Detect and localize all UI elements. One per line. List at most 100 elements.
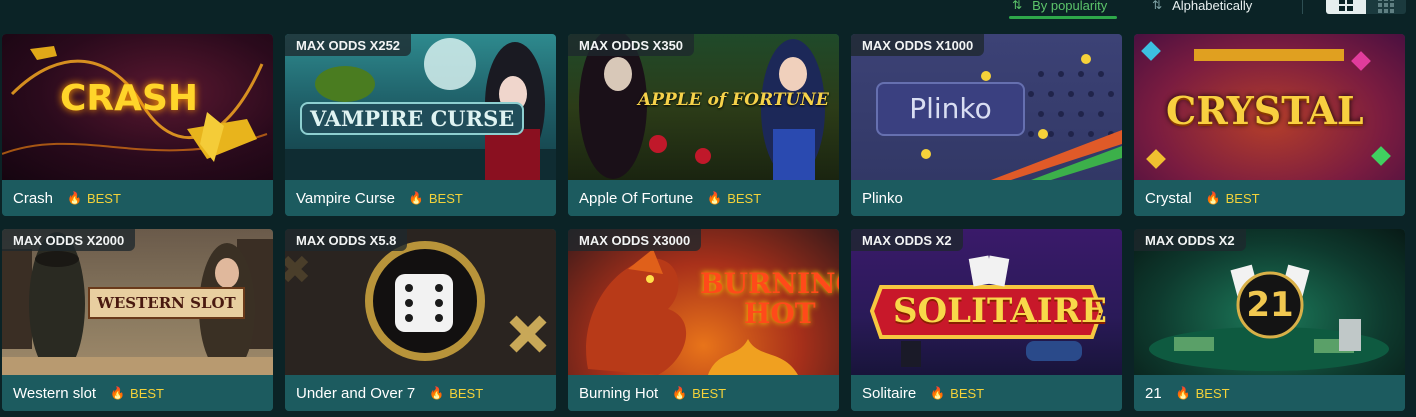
flame-icon: 🔥 [1175, 386, 1191, 400]
game-thumbnail: Plinko MAX ODDS X1000 [851, 34, 1122, 180]
game-card-crystal[interactable]: CRYSTAL Crystal 🔥 BEST [1134, 34, 1405, 216]
game-footer: Apple Of Fortune 🔥 BEST [568, 180, 839, 216]
flame-icon: 🔥 [930, 386, 946, 400]
crystal-logo: CRYSTAL [1166, 88, 1364, 133]
best-label: BEST [428, 190, 463, 206]
best-badge: 🔥 BEST [67, 191, 121, 206]
sort-icon: ⇅ [1152, 0, 1163, 12]
best-label: BEST [1195, 385, 1230, 401]
flame-icon: 🔥 [408, 191, 424, 205]
best-label: BEST [1225, 190, 1260, 206]
game-title: 21 [1145, 384, 1162, 402]
flame-icon: 🔥 [110, 386, 126, 400]
solitaire-logo: SOLITAIRE [893, 291, 1107, 331]
game-title: Crystal [1145, 189, 1192, 207]
vampire-curse-logo: VAMPIRE CURSE [300, 102, 525, 135]
crash-logo: CRASH [60, 78, 199, 119]
max-odds-badge: MAX ODDS X2 [851, 229, 963, 251]
game-footer: Vampire Curse 🔥 BEST [285, 180, 556, 216]
game-thumbnail: APPLE of FORTUNE MAX ODDS X350 [568, 34, 839, 180]
best-label: BEST [692, 385, 727, 401]
game-footer: Solitaire 🔥 BEST [851, 375, 1122, 411]
game-card-under-and-over-7[interactable]: MAX ODDS X5.8 Under and Over 7 🔥 BEST [285, 229, 556, 411]
game-title: Apple Of Fortune [579, 189, 694, 207]
game-card-western-slot[interactable]: WESTERN SLOT MAX ODDS X2000 Western slot… [2, 229, 273, 411]
apple-of-fortune-logo: APPLE of FORTUNE [638, 90, 829, 110]
max-odds-badge: MAX ODDS X2000 [2, 229, 136, 251]
sort-alphabetically-label: Alphabetically [1172, 0, 1253, 13]
game-card-apple-of-fortune[interactable]: APPLE of FORTUNE MAX ODDS X350 Apple Of … [568, 34, 839, 216]
flame-icon: 🔥 [672, 386, 688, 400]
game-title: Western slot [13, 384, 97, 402]
max-odds-badge: MAX ODDS X5.8 [285, 229, 408, 251]
flame-icon: 🔥 [67, 191, 82, 205]
game-footer: Plinko [851, 180, 1122, 216]
game-thumbnail: 21 MAX ODDS X2 [1134, 229, 1405, 375]
flame-icon: 🔥 [1205, 191, 1221, 205]
flame-icon: 🔥 [429, 386, 445, 400]
best-label: BEST [950, 385, 985, 401]
sort-alphabetically[interactable]: ⇅ Alphabetically [1152, 0, 1252, 16]
game-card-solitaire[interactable]: SOLITAIRE MAX ODDS X2 Solitaire 🔥 BEST [851, 229, 1122, 411]
large-grid-icon [1339, 0, 1353, 11]
game-thumbnail: MAX ODDS X5.8 [285, 229, 556, 375]
large-grid-view-button[interactable] [1326, 0, 1366, 14]
flame-icon: 🔥 [707, 191, 723, 205]
game-thumbnail: WESTERN SLOT MAX ODDS X2000 [2, 229, 273, 375]
max-odds-badge: MAX ODDS X3000 [568, 229, 702, 251]
game-thumbnail: CRASH [2, 34, 273, 180]
active-sort-underline [1009, 16, 1117, 19]
best-label: BEST [86, 190, 121, 206]
best-badge: 🔥 BEST [930, 386, 984, 401]
plinko-logo: Plinko [876, 82, 1025, 136]
game-thumbnail: SOLITAIRE MAX ODDS X2 [851, 229, 1122, 375]
toolbar-divider [1302, 0, 1303, 14]
best-badge: 🔥 BEST [1206, 191, 1260, 206]
game-title: Crash [13, 189, 54, 207]
game-title: Plinko [862, 189, 903, 207]
max-odds-badge: MAX ODDS X2 [1134, 229, 1246, 251]
burning-hot-logo-line1: BURNING [700, 267, 839, 300]
best-badge: 🔥 BEST [707, 191, 761, 206]
view-toggle [1326, 0, 1406, 14]
toolbar: ⇅ By popularity ⇅ Alphabetically [0, 0, 1416, 28]
game-thumbnail: CRYSTAL [1134, 34, 1405, 180]
game-card-vampire-curse[interactable]: VAMPIRE CURSE MAX ODDS X252 Vampire Curs… [285, 34, 556, 216]
game-thumbnail: BURNING HOT MAX ODDS X3000 [568, 229, 839, 375]
game-card-plinko[interactable]: Plinko MAX ODDS X1000 Plinko [851, 34, 1122, 216]
twenty-one-logo: 21 [1246, 285, 1294, 325]
best-badge: 🔥 BEST [429, 386, 483, 401]
small-grid-view-button[interactable] [1366, 0, 1406, 14]
burning-hot-logo-line2: HOT [743, 297, 816, 330]
sort-by-popularity[interactable]: ⇅ By popularity [1012, 0, 1107, 16]
game-footer: Crash 🔥 BEST [2, 180, 273, 216]
best-label: BEST [130, 385, 165, 401]
best-label: BEST [449, 385, 484, 401]
game-card-burning-hot[interactable]: BURNING HOT MAX ODDS X3000 Burning Hot 🔥… [568, 229, 839, 411]
best-badge: 🔥 BEST [409, 191, 463, 206]
game-title: Under and Over 7 [296, 384, 416, 402]
max-odds-badge: MAX ODDS X1000 [851, 34, 985, 56]
sort-icon: ⇅ [1012, 0, 1023, 12]
burning-hot-logo: BURNING HOT [700, 269, 839, 329]
game-footer: Under and Over 7 🔥 BEST [285, 375, 556, 411]
game-footer: Burning Hot 🔥 BEST [568, 375, 839, 411]
game-card-21[interactable]: 21 MAX ODDS X2 21 🔥 BEST [1134, 229, 1405, 411]
max-odds-badge: MAX ODDS X350 [568, 34, 695, 56]
best-label: BEST [727, 190, 762, 206]
max-odds-badge: MAX ODDS X252 [285, 34, 412, 56]
game-title: Burning Hot [579, 384, 659, 402]
game-title: Solitaire [862, 384, 917, 402]
best-badge: 🔥 BEST [672, 386, 726, 401]
game-footer: Western slot 🔥 BEST [2, 375, 273, 411]
western-slot-logo: WESTERN SLOT [88, 287, 245, 319]
sort-by-popularity-label: By popularity [1032, 0, 1108, 13]
small-grid-icon [1378, 0, 1394, 13]
game-footer: 21 🔥 BEST [1134, 375, 1405, 411]
game-footer: Crystal 🔥 BEST [1134, 180, 1405, 216]
game-title: Vampire Curse [296, 189, 395, 207]
game-card-crash[interactable]: CRASH Crash 🔥 BEST [2, 34, 273, 216]
best-badge: 🔥 BEST [110, 386, 164, 401]
best-badge: 🔥 BEST [1176, 386, 1230, 401]
game-thumbnail: VAMPIRE CURSE MAX ODDS X252 [285, 34, 556, 180]
